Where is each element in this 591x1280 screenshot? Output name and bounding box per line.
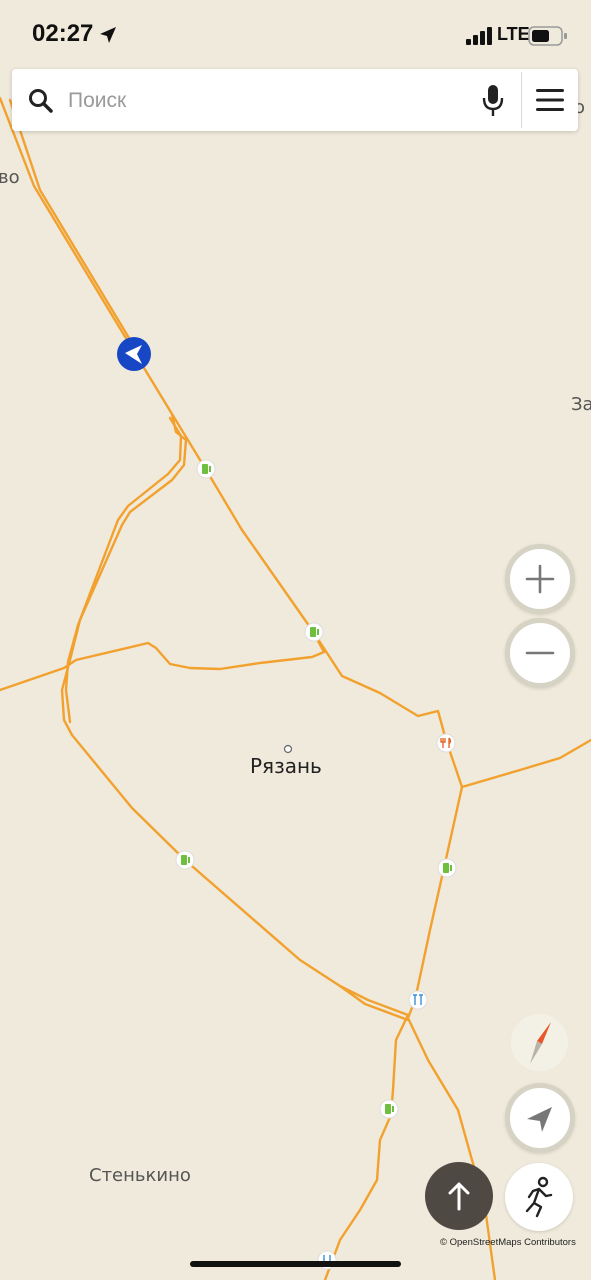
map-canvas[interactable] <box>0 0 591 1280</box>
signal-bars-icon <box>466 27 492 45</box>
village-label: Стенькино <box>89 1165 191 1186</box>
restaurant-icon <box>436 733 456 753</box>
search-input[interactable] <box>68 84 458 118</box>
road-east <box>460 738 591 789</box>
map-attribution[interactable]: © OpenStreetMaps Contributors <box>440 1237 576 1248</box>
road-west <box>0 628 326 692</box>
zoom-in-button[interactable] <box>505 544 575 614</box>
road-highway <box>0 96 497 1280</box>
search-divider <box>521 72 522 128</box>
location-arrow-icon <box>100 27 116 43</box>
battery-icon <box>528 26 567 46</box>
walking-person-icon <box>525 1176 553 1218</box>
fuel-station-icon <box>437 858 457 878</box>
home-indicator[interactable] <box>190 1261 401 1267</box>
compass-icon <box>530 1022 551 1064</box>
microphone-icon[interactable] <box>480 84 506 118</box>
fuel-station-icon <box>175 850 195 870</box>
edge-label-left: во <box>0 167 20 188</box>
user-location-marker <box>117 337 151 371</box>
navigation-arrow-icon <box>527 1107 552 1132</box>
search-icon[interactable] <box>28 88 54 114</box>
edge-label-right: За <box>571 394 591 415</box>
menu-icon[interactable] <box>536 88 564 112</box>
road-loop <box>60 412 410 1017</box>
upload-button[interactable] <box>425 1162 493 1230</box>
road-loop-inner <box>64 416 183 724</box>
locate-me-button[interactable] <box>505 1083 575 1153</box>
status-bar: 02:27 LTE <box>0 0 591 68</box>
road-highway-parallel <box>8 98 131 340</box>
fuel-station-icon <box>379 1099 399 1119</box>
car-service-icon <box>408 990 428 1010</box>
compass-button[interactable] <box>511 1014 568 1071</box>
network-type: LTE <box>497 24 530 44</box>
city-marker <box>283 744 293 754</box>
road-south <box>323 1013 410 1280</box>
city-label: Рязань <box>250 754 322 778</box>
arrow-up-icon <box>448 1182 470 1211</box>
walking-mode-button[interactable] <box>505 1163 573 1231</box>
plus-icon <box>525 564 555 594</box>
zoom-out-button[interactable] <box>505 618 575 688</box>
minus-icon <box>525 651 555 655</box>
fuel-station-icon <box>196 459 216 479</box>
status-time: 02:27 <box>32 20 94 47</box>
fuel-station-icon <box>304 622 324 642</box>
